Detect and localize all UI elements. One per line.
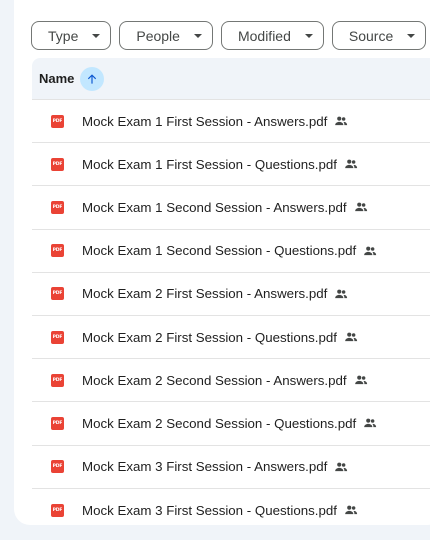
shared-people-icon [334, 287, 348, 301]
file-row[interactable]: PDF Mock Exam 2 Second Session - Questio… [32, 402, 430, 446]
pdf-badge-label: PDF [52, 420, 63, 426]
dropdown-arrow-icon [92, 33, 101, 38]
pdf-file-icon: PDF [51, 287, 64, 301]
shared-people-icon [344, 330, 358, 344]
file-name: Mock Exam 1 First Session - Questions.pd… [82, 156, 337, 172]
shared-people-icon [344, 157, 358, 171]
modified-filter-label: Modified [237, 27, 291, 44]
pdf-file-icon: PDF [51, 244, 64, 258]
file-row[interactable]: PDF Mock Exam 3 First Session - Answers.… [32, 446, 430, 489]
source-filter-label: Source [348, 27, 394, 44]
people-filter-label: People [136, 27, 180, 44]
pdf-badge-label: PDF [52, 248, 63, 254]
pdf-file-icon: PDF [51, 330, 64, 344]
file-list-panel: Type People Modified Source Name PDF Moc… [14, 0, 430, 525]
file-name: Mock Exam 2 Second Session - Questions.p… [82, 415, 357, 431]
name-column-header[interactable]: Name [39, 71, 74, 86]
shared-people-icon [363, 244, 377, 258]
file-name: Mock Exam 3 First Session - Questions.pd… [82, 502, 337, 518]
file-row[interactable]: PDF Mock Exam 1 Second Session - Questio… [32, 230, 430, 273]
file-name: Mock Exam 3 First Session - Answers.pdf [82, 459, 328, 475]
pdf-badge-label: PDF [52, 507, 63, 513]
file-name: Mock Exam 1 First Session - Answers.pdf [82, 113, 328, 129]
type-filter-chip[interactable]: Type [31, 21, 112, 50]
pdf-file-icon: PDF [51, 200, 64, 214]
pdf-file-icon: PDF [51, 416, 64, 430]
dropdown-arrow-icon [304, 33, 313, 38]
shared-people-icon [354, 373, 368, 387]
file-row[interactable]: PDF Mock Exam 2 First Session - Answers.… [32, 273, 430, 316]
pdf-badge-label: PDF [52, 334, 63, 340]
file-row[interactable]: PDF Mock Exam 2 First Session - Question… [32, 316, 430, 360]
file-name: Mock Exam 1 Second Session - Questions.p… [82, 243, 357, 259]
modified-filter-chip[interactable]: Modified [220, 21, 324, 50]
source-filter-chip[interactable]: Source [331, 21, 427, 50]
file-name: Mock Exam 1 Second Session - Answers.pdf [82, 199, 347, 215]
pdf-file-icon: PDF [51, 157, 64, 171]
shared-people-icon [334, 460, 348, 474]
shared-people-icon [354, 200, 368, 214]
arrow-up-icon [88, 73, 97, 84]
file-row[interactable]: PDF Mock Exam 1 First Session - Answers.… [32, 100, 430, 144]
file-name: Mock Exam 2 Second Session - Answers.pdf [82, 372, 347, 388]
pdf-file-icon: PDF [51, 373, 64, 387]
sort-ascending-button[interactable] [80, 66, 105, 91]
file-name: Mock Exam 2 First Session - Questions.pd… [82, 329, 337, 345]
pdf-badge-label: PDF [52, 118, 63, 124]
filter-bar: Type People Modified Source [31, 21, 427, 50]
file-list: PDF Mock Exam 1 First Session - Answers.… [32, 100, 430, 525]
file-row[interactable]: PDF Mock Exam 2 Second Session - Answers… [32, 359, 430, 403]
type-filter-label: Type [48, 27, 79, 44]
pdf-badge-label: PDF [52, 204, 63, 210]
shared-people-icon [363, 416, 377, 430]
shared-people-icon [334, 114, 348, 128]
file-row[interactable]: PDF Mock Exam 3 First Session - Question… [32, 489, 430, 525]
shared-people-icon [344, 503, 358, 517]
pdf-badge-label: PDF [52, 161, 63, 167]
pdf-file-icon: PDF [51, 503, 64, 517]
dropdown-arrow-icon [193, 33, 202, 38]
pdf-badge-label: PDF [52, 464, 63, 470]
dropdown-arrow-icon [407, 33, 416, 38]
pdf-badge-label: PDF [52, 377, 63, 383]
pdf-badge-label: PDF [52, 291, 63, 297]
file-name: Mock Exam 2 First Session - Answers.pdf [82, 286, 328, 302]
file-row[interactable]: PDF Mock Exam 1 First Session - Question… [32, 143, 430, 187]
file-row[interactable]: PDF Mock Exam 1 Second Session - Answers… [32, 186, 430, 230]
pdf-file-icon: PDF [51, 460, 64, 474]
table-header: Name [32, 58, 430, 100]
pdf-file-icon: PDF [51, 114, 64, 128]
people-filter-chip[interactable]: People [119, 21, 213, 50]
